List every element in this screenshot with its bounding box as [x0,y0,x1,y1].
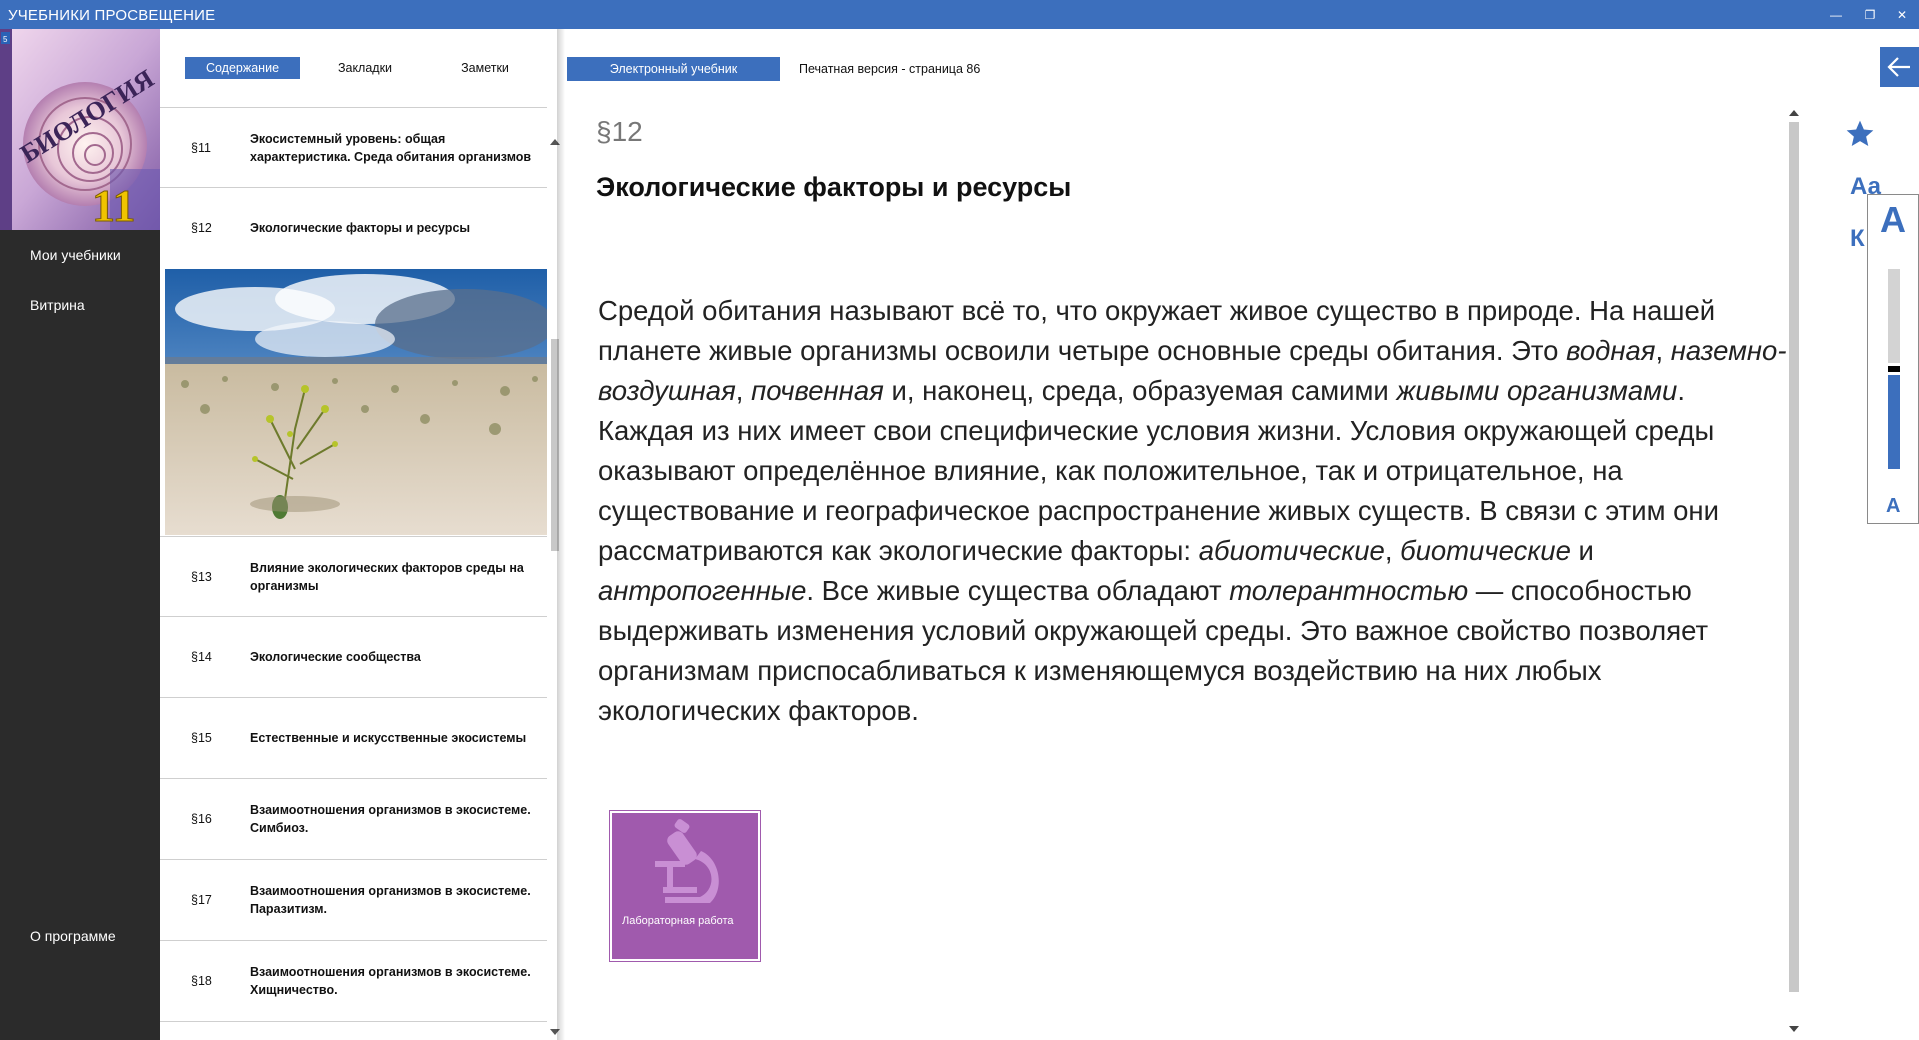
section-12-image[interactable] [165,269,547,535]
toc-item-title: Экологические сообщества [250,650,421,664]
font-size-small-button[interactable]: А [1886,495,1900,518]
sidebar: 5 БИОЛОГИЯ 11 Мои учебники Витрина О про… [0,29,160,1040]
tab-notes[interactable]: Заметки [435,57,535,79]
title-bar: УЧЕБНИКИ ПРОСВЕЩЕНИЕ — ❐ ✕ [0,0,1919,29]
desert-landscape-image [165,269,547,535]
toc-item-number: §11 [191,140,211,155]
tab-print-version[interactable]: Печатная версия - страница 86 [799,57,980,81]
toc-item-number: §12 [191,221,212,235]
toc-item-14[interactable]: §14 Экологические сообщества [160,617,547,698]
reader-scrollbar-thumb[interactable] [1789,122,1799,992]
toc-panel: Содержание Закладки Заметки §11 Экосисте… [160,29,560,1040]
back-button[interactable] [1880,47,1919,87]
toc-item-number: §17 [191,893,212,907]
star-icon[interactable] [1844,118,1876,150]
font-size-slider-handle[interactable] [1888,363,1900,375]
toc-item-18[interactable]: §18 Взаимоотношения организмов в экосист… [160,941,547,1022]
arrow-left-icon [1887,57,1910,77]
toc-item-17[interactable]: §17 Взаимоотношения организмов в экосист… [160,860,547,941]
tab-bookmarks[interactable]: Закладки [315,57,415,79]
window-title: УЧЕБНИКИ ПРОСВЕЩЕНИЕ [8,7,216,24]
toc-item-title: Влияние экологических факторов среды на о… [250,560,524,593]
toc-item-title: Взаимоотношения организмов в экосистеме.… [250,884,531,916]
toc-item-number: §16 [191,812,212,826]
reader-scrollbar[interactable] [1783,108,1801,1038]
toc-item-11[interactable]: §11 Экосистемный уровень: общая характери… [160,107,547,188]
nav-about[interactable]: О программе [30,928,116,944]
book-cover-image: 5 БИОЛОГИЯ 11 [0,29,160,230]
font-size-panel: А А [1867,194,1919,524]
panel-divider-shadow [557,29,565,1040]
toc-item-title: Естественные и искусственные экосистемы [250,731,527,745]
font-size-large-button[interactable]: А [1880,199,1906,241]
microscope-icon [655,819,719,903]
paragraph-title: Экологические факторы и ресурсы [596,172,1072,202]
k-button[interactable]: К [1850,225,1865,253]
toc-item-number: §18 [191,974,212,988]
toc-item-title: Взаимоотношения организмов в экосистеме.… [250,965,531,997]
toc-item-number: §15 [191,731,212,745]
toc-item-title: Экосистемный уровень: общая характеристик… [250,131,532,164]
toc-item-16[interactable]: §16 Взаимоотношения организмов в экосист… [160,779,547,860]
nav-showcase[interactable]: Витрина [30,297,85,313]
tab-contents[interactable]: Содержание [185,57,300,79]
paragraph-body: Средой обитания называют всё то, что окр… [598,295,1787,726]
toc-tabs: Содержание Закладки Заметки [160,57,560,79]
svg-text:5: 5 [3,35,8,44]
toc-item-title: Взаимоотношения организмов в экосистеме.… [250,803,531,835]
book-cover[interactable]: 5 БИОЛОГИЯ 11 [0,29,160,230]
lab-work-label: Лабораторная работа [622,915,734,927]
toc-item-number: §14 [191,650,212,664]
scroll-down-arrow-icon[interactable] [1788,1024,1800,1034]
toc-item-13[interactable]: §13 Влияние экологических факторов среды… [160,536,547,617]
font-size-slider-fill [1888,375,1900,469]
scroll-up-arrow-icon[interactable] [1788,108,1800,118]
toc-item-12[interactable]: §12 Экологические факторы и ресурсы [160,188,547,268]
toc-item-number: §13 [191,569,212,584]
close-button[interactable]: ✕ [1884,4,1919,26]
paragraph-number: §12 [596,116,643,147]
lab-work-button[interactable]: Лабораторная работа [609,810,761,962]
toc-item-15[interactable]: §15 Естественные и искусственные экосист… [160,698,547,779]
minimize-button[interactable]: — [1818,4,1854,26]
toc-item-title: Экологические факторы и ресурсы [250,221,471,235]
restore-button[interactable]: ❐ [1852,4,1888,26]
nav-my-textbooks[interactable]: Мои учебники [30,247,121,263]
svg-text:11: 11 [92,180,135,230]
tab-electronic-textbook[interactable]: Электронный учебник [567,57,780,81]
